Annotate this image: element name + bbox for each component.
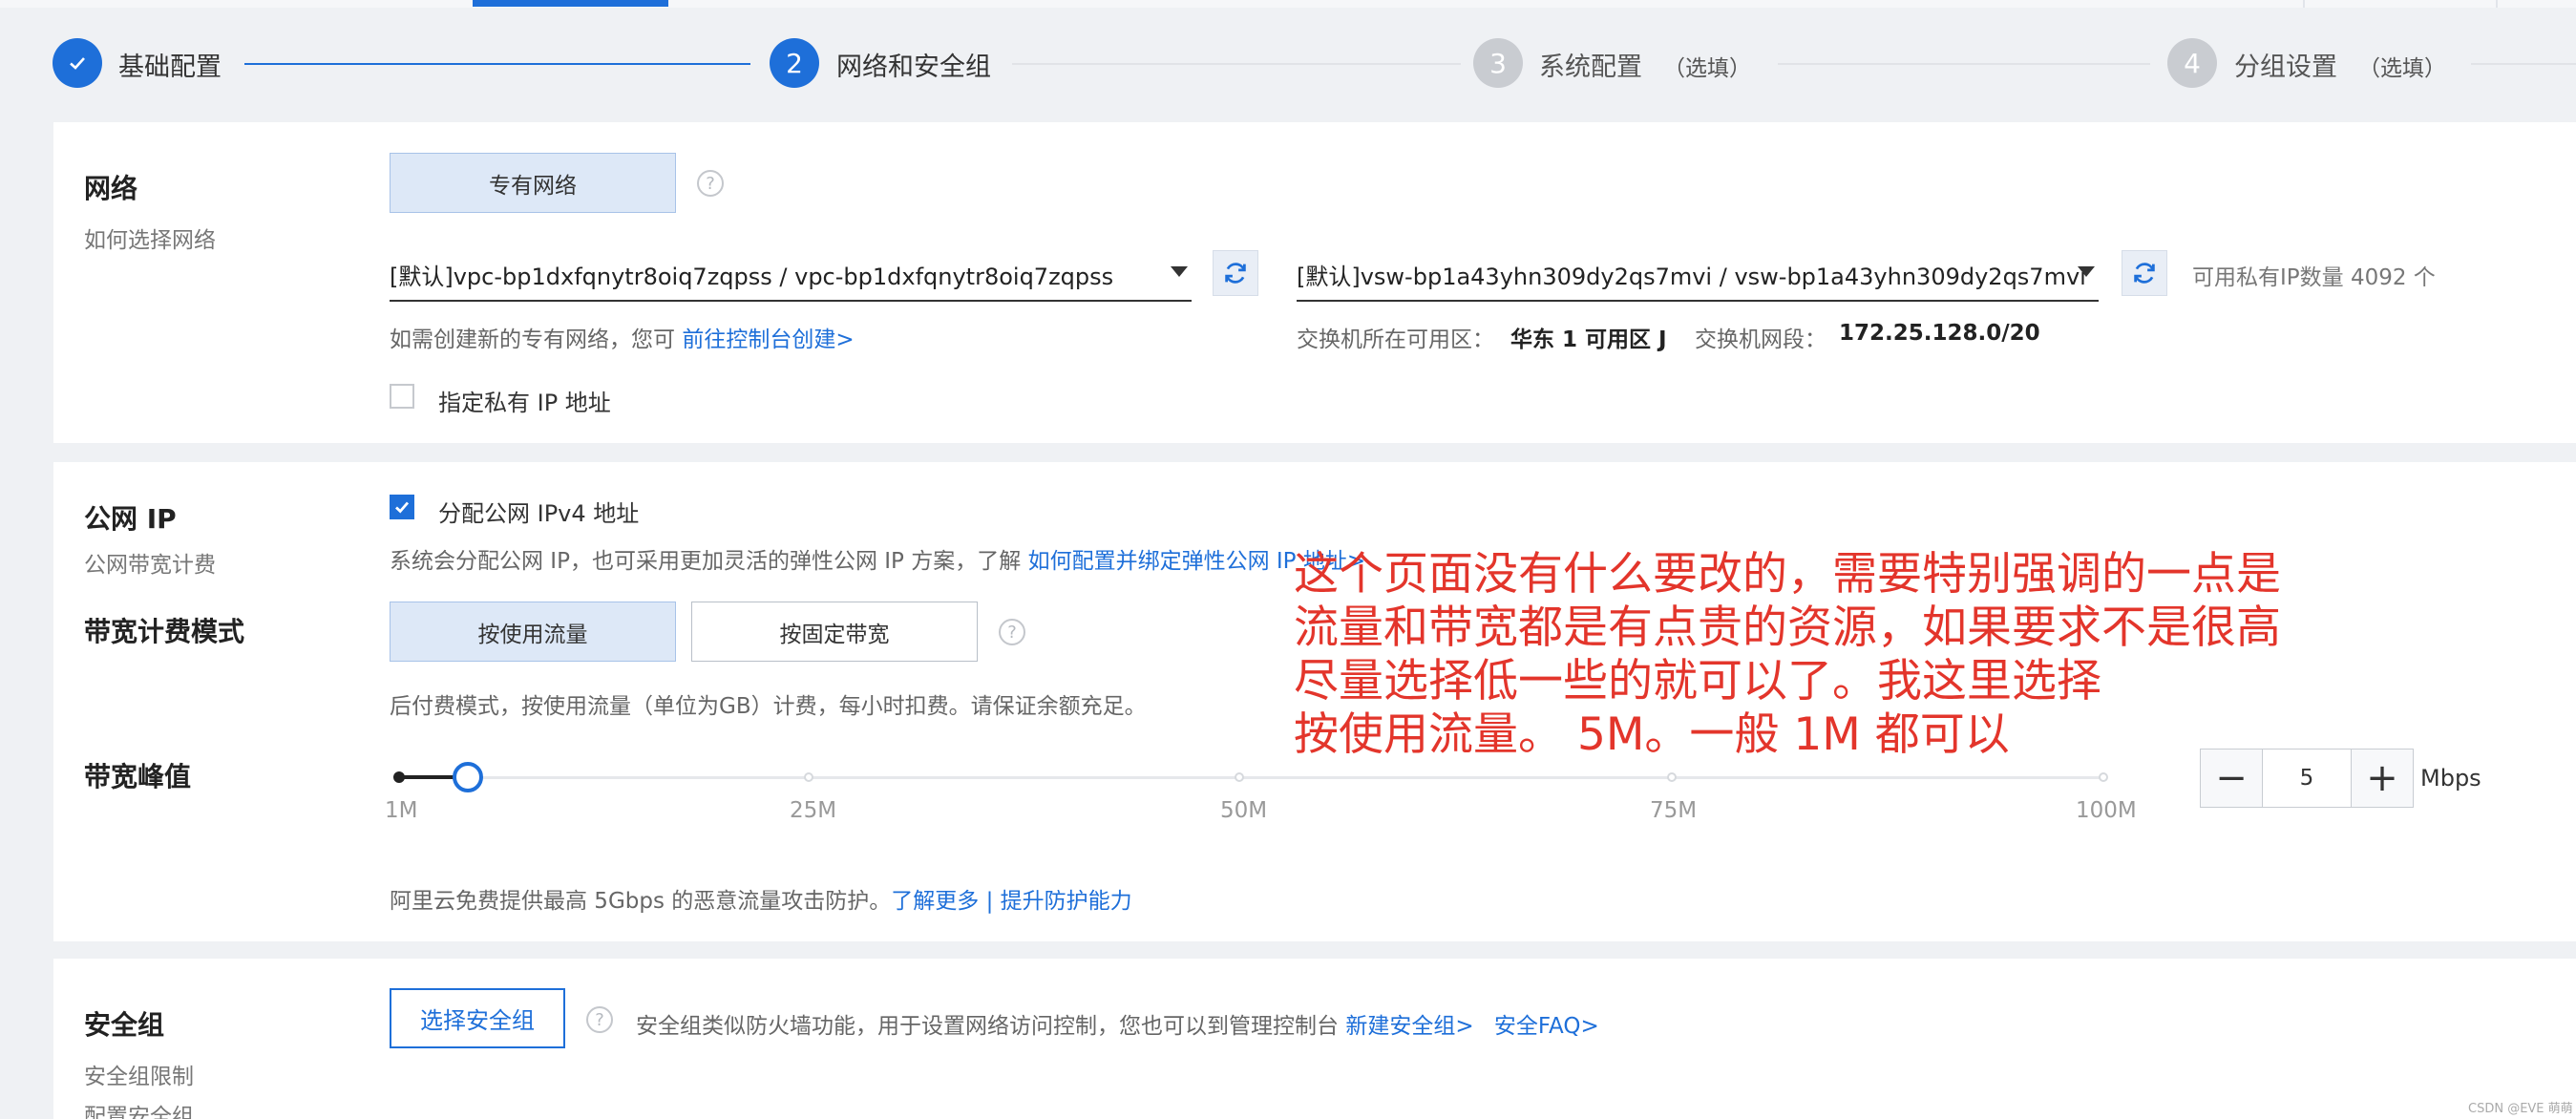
assign-public-ip-label[interactable]: 分配公网 IPv4 地址 [438, 495, 639, 528]
step-connector [1778, 63, 2150, 65]
cidr-label: 交换机网段： [1695, 327, 1826, 352]
slider-tick-dot [1235, 772, 1244, 782]
new-security-group-link[interactable]: 新建安全组> [1345, 1014, 1473, 1039]
slider-tick-dot [804, 772, 813, 782]
vpc-select-value: [默认]vpc-bp1dxfqnytr8oiq7zqpss / vpc-bp1d… [390, 263, 1114, 290]
vswitch-select-value: [默认]vsw-bp1a43yhn309dy2qs7mvi / vsw-bp1a… [1297, 263, 2086, 290]
refresh-vswitch-button[interactable] [2122, 250, 2167, 296]
step-4-label[interactable]: 分组设置 [2234, 46, 2337, 83]
assign-public-ip-checkbox[interactable] [390, 495, 414, 519]
slider-tick-dot [2099, 772, 2108, 782]
step-3-number: 3 [1473, 38, 1523, 88]
private-ip-label[interactable]: 指定私有 IP 地址 [438, 384, 611, 417]
check-icon [395, 501, 410, 514]
step-3-label[interactable]: 系统配置 [1539, 46, 1642, 83]
bandwidth-slider-track[interactable] [399, 776, 2106, 779]
step-3-optional: （选填） [1663, 56, 1751, 81]
create-vpc-text: 如需创建新的专有网络，您可 [390, 327, 675, 352]
private-ip-checkbox[interactable] [390, 384, 414, 409]
refresh-icon [2134, 263, 2155, 284]
slider-tick-label: 50M [1220, 798, 1268, 823]
chevron-down-icon[interactable] [2078, 266, 2095, 277]
network-subtitle[interactable]: 如何选择网络 [84, 222, 216, 254]
active-tab-indicator [473, 0, 668, 7]
refresh-vpc-button[interactable] [1213, 250, 1258, 296]
security-group-note-text: 安全组类似防火墙功能，用于设置网络访问控制，您也可以到管理控制台 [636, 1014, 1339, 1039]
step-4-optional: （选填） [2358, 56, 2446, 81]
watermark: CSDN @EVE 萌萌 [2468, 1102, 2573, 1116]
slider-tick-dot [1667, 772, 1677, 782]
bandwidth-unit: Mbps [2420, 765, 2481, 792]
help-icon[interactable]: ? [586, 1006, 613, 1033]
link-separator: | [979, 889, 1001, 914]
public-ip-title: 公网 IP [84, 503, 177, 535]
select-security-group-button[interactable]: 选择安全组 [390, 988, 565, 1048]
divider [2303, 0, 2305, 8]
ddos-note-text: 阿里云免费提供最高 5Gbps 的恶意流量攻击防护。 [390, 889, 892, 914]
step-1-done-icon [53, 38, 102, 88]
annotation-line: 这个页面没有什么要改的，需要特别强调的一点是 [1294, 548, 2281, 601]
security-group-note: 安全组类似防火墙功能，用于设置网络访问控制，您也可以到管理控制台 新建安全组> … [636, 1007, 1599, 1040]
step-2-label[interactable]: 网络和安全组 [836, 46, 991, 83]
create-vpc-note: 如需创建新的专有网络，您可 前往控制台创建> [390, 321, 855, 353]
available-ip-count: 可用私有IP数量 4092 个 [2192, 265, 2436, 290]
public-ip-subtitle: 公网带宽计费 [84, 553, 216, 578]
create-vpc-link[interactable]: 前往控制台创建> [682, 327, 854, 352]
zone-label: 交换机所在可用区： [1297, 327, 1494, 352]
step-1-label[interactable]: 基础配置 [118, 46, 222, 83]
step-connector [244, 63, 750, 65]
slider-tick-label: 25M [790, 798, 837, 823]
annotation-line: 流量和带宽都是有点贵的资源，如果要求不是很高 [1294, 602, 2281, 654]
eip-note-text: 系统会分配公网 IP，也可采用更加灵活的弹性公网 IP 方案，了解 [390, 549, 1022, 574]
slider-tick-label: 1M [385, 798, 418, 823]
ddos-note: 阿里云免费提供最高 5Gbps 的恶意流量攻击防护。了解更多 | 提升防护能力 [390, 882, 1132, 915]
vpc-type-button[interactable]: 专有网络 [390, 153, 676, 213]
help-icon[interactable]: ? [999, 619, 1025, 645]
annotation-line: 按使用流量。 5M。一般 1M 都可以 [1294, 708, 2010, 761]
bandwidth-slider-handle[interactable] [453, 762, 483, 792]
divider [2496, 0, 2498, 8]
step-connector [2471, 63, 2576, 65]
slider-tick-label: 75M [1650, 798, 1698, 823]
learn-more-link[interactable]: 了解更多 [891, 889, 979, 914]
slider-start-dot [393, 771, 405, 783]
cidr-value: 172.25.128.0/20 [1839, 321, 2040, 346]
billing-by-traffic-button[interactable]: 按使用流量 [390, 602, 676, 662]
increment-button[interactable]: + [2352, 750, 2413, 807]
billing-fixed-bandwidth-button[interactable]: 按固定带宽 [691, 602, 978, 662]
annotation-text: 这个页面没有什么要改的，需要特别强调的一点是 流量和带宽都是有点贵的资源，如果要… [1294, 548, 2281, 762]
security-group-sub2[interactable]: 配置安全组 [84, 1098, 194, 1119]
upgrade-protection-link[interactable]: 提升防护能力 [1001, 889, 1132, 914]
network-title: 网络 [84, 173, 138, 204]
step-4-number: 4 [2167, 38, 2217, 88]
refresh-icon [1225, 263, 1246, 284]
zone-value: 华东 1 可用区 J [1510, 327, 1667, 352]
billing-note: 后付费模式，按使用流量（单位为GB）计费，每小时扣费。请保证余额充足。 [390, 694, 1147, 719]
chevron-down-icon[interactable] [1171, 266, 1188, 277]
vswitch-select[interactable]: [默认]vsw-bp1a43yhn309dy2qs7mvi / vsw-bp1a… [1297, 248, 2099, 302]
annotation-line: 尽量选择低一些的就可以了。我这里选择 [1294, 655, 2101, 707]
vpc-select[interactable]: [默认]vpc-bp1dxfqnytr8oiq7zqpss / vpc-bp1d… [390, 248, 1192, 302]
slider-tick-label: 100M [2076, 798, 2137, 823]
step-connector [1012, 63, 1461, 65]
billing-mode-title: 带宽计费模式 [84, 616, 245, 647]
top-tab-strip [0, 0, 2576, 8]
bandwidth-peak-title: 带宽峰值 [84, 761, 192, 792]
security-group-sub1[interactable]: 安全组限制 [84, 1058, 194, 1090]
step-2-number: 2 [770, 38, 819, 88]
help-icon[interactable]: ? [697, 170, 724, 197]
security-faq-link[interactable]: 安全FAQ> [1494, 1014, 1599, 1039]
eip-note: 系统会分配公网 IP，也可采用更加灵活的弹性公网 IP 方案，了解 如何配置并绑… [390, 542, 1365, 575]
security-group-title: 安全组 [84, 1009, 165, 1041]
